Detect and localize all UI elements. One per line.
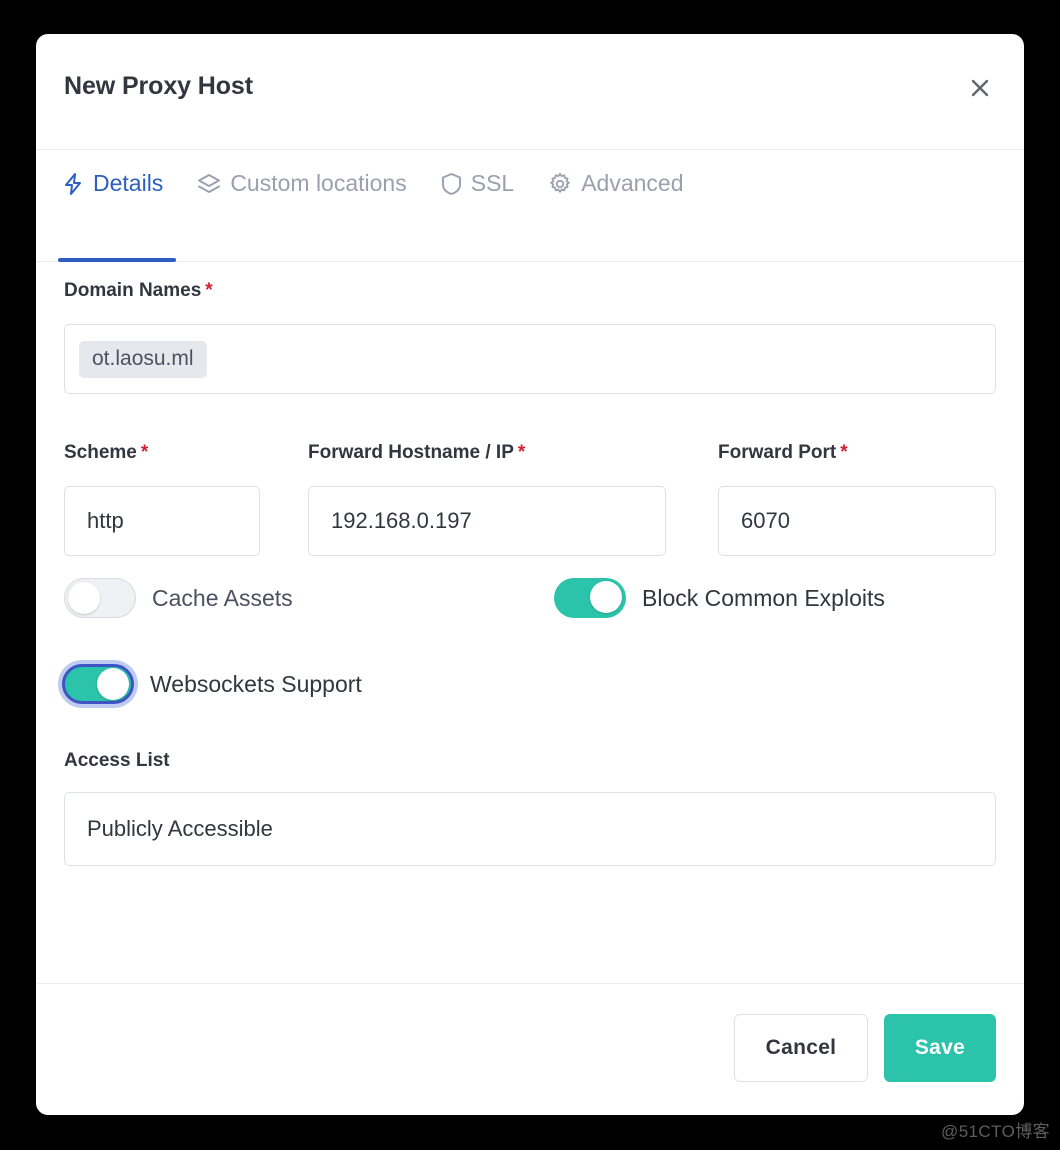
websockets-support-switch[interactable]: [62, 664, 134, 704]
required-marker: *: [140, 442, 149, 463]
switch-knob: [68, 582, 100, 614]
tab-details-label: Details: [93, 170, 164, 196]
dialog-header: New Proxy Host: [36, 34, 1024, 150]
close-button[interactable]: [964, 72, 996, 104]
dialog-footer: Cancel Save: [36, 983, 1024, 1115]
shield-icon: [441, 172, 462, 196]
domain-names-input[interactable]: ot.laosu.ml: [64, 324, 996, 394]
forward-port-label: Forward Port *: [718, 442, 848, 463]
watermark: @51CTO博客: [941, 1122, 1050, 1141]
required-marker: *: [840, 442, 848, 463]
domain-chip[interactable]: ot.laosu.ml: [79, 340, 207, 378]
cache-assets-label: Cache Assets: [152, 584, 293, 611]
tab-ssl-label: SSL: [470, 170, 515, 196]
gear-icon: [548, 172, 572, 196]
access-list-value: Publicly Accessible: [87, 816, 273, 841]
new-proxy-host-dialog: New Proxy Host Details Custom locations …: [36, 34, 1024, 1115]
access-list-label: Access List: [64, 750, 170, 771]
close-icon: [969, 77, 991, 99]
forward-port-input[interactable]: 6070: [718, 486, 996, 556]
switch-knob: [97, 668, 129, 700]
required-marker: *: [517, 442, 526, 463]
forward-hostname-value: 192.168.0.197: [331, 508, 472, 533]
tab-advanced-label: Advanced: [581, 170, 684, 196]
cache-assets-toggle[interactable]: Cache Assets: [64, 578, 293, 618]
tab-ssl[interactable]: SSL: [439, 166, 516, 201]
scheme-label: Scheme *: [64, 442, 149, 463]
access-list-select[interactable]: Publicly Accessible: [64, 792, 996, 866]
websockets-support-toggle[interactable]: Websockets Support: [62, 664, 362, 704]
dialog-body: Domain Names * ot.laosu.ml Scheme * Forwar…: [36, 262, 1024, 1062]
tab-details[interactable]: Details: [60, 166, 165, 201]
forward-port-value: 6070: [741, 508, 790, 533]
block-common-exploits-switch[interactable]: [554, 578, 626, 618]
tab-advanced[interactable]: Advanced: [546, 166, 685, 201]
cache-assets-switch[interactable]: [64, 578, 136, 618]
lightning-bolt-icon: [62, 172, 84, 196]
layers-icon: [197, 172, 221, 196]
forward-hostname-input[interactable]: 192.168.0.197: [308, 486, 666, 556]
save-button[interactable]: Save: [884, 1014, 996, 1082]
required-marker: *: [205, 280, 213, 301]
tab-bar: Details Custom locations SSL Advanced: [36, 150, 1024, 262]
domain-names-label: Domain Names *: [64, 280, 213, 301]
scheme-value: http: [87, 508, 124, 533]
switch-knob: [590, 581, 622, 613]
tab-custom-locations[interactable]: Custom locations: [195, 166, 408, 201]
cancel-button[interactable]: Cancel: [734, 1014, 868, 1082]
block-common-exploits-label: Block Common Exploits: [642, 584, 885, 611]
block-common-exploits-toggle[interactable]: Block Common Exploits: [554, 578, 885, 618]
tab-custom-locations-label: Custom locations: [230, 170, 407, 196]
forward-hostname-label: Forward Hostname / IP *: [308, 442, 526, 463]
scheme-select[interactable]: http: [64, 486, 260, 556]
websockets-support-label: Websockets Support: [150, 670, 362, 697]
page-title: New Proxy Host: [64, 72, 253, 100]
